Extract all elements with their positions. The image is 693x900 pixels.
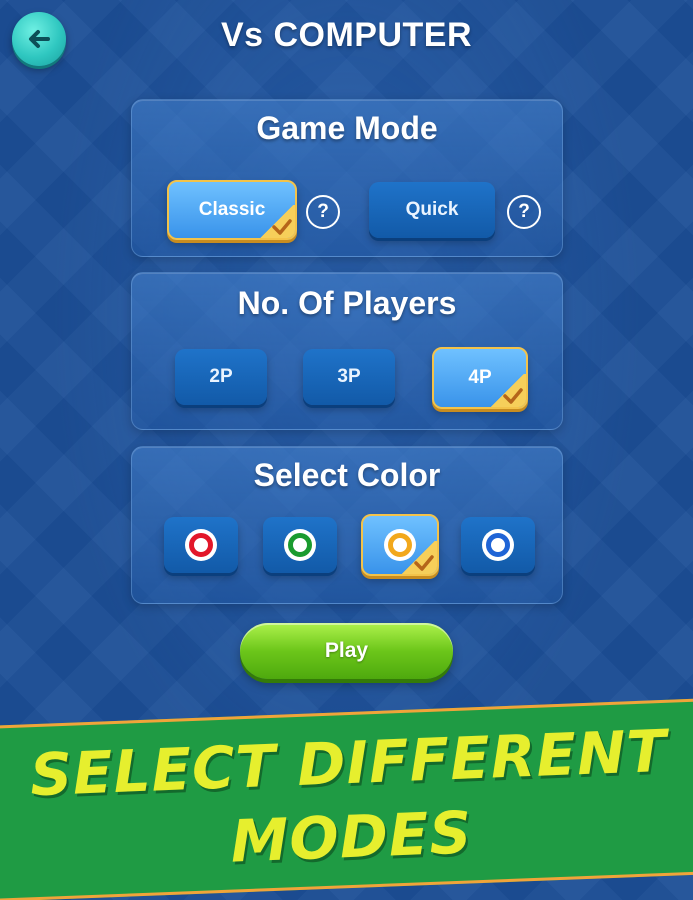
color-panel: Select Color [131, 446, 563, 604]
players-title: No. Of Players [237, 285, 457, 321]
quick-help-icon[interactable]: ? [507, 195, 541, 229]
color-green-button[interactable] [263, 517, 337, 573]
game-mode-title: Game Mode [256, 110, 438, 146]
classic-help-label: ? [317, 201, 329, 222]
players-3p-label: 3P [337, 366, 361, 387]
color-blue-button[interactable] [461, 517, 535, 573]
players-2p-label: 2P [209, 366, 233, 387]
promo-banner: SELECT DIFFERENT MODES [0, 697, 693, 900]
classic-help-icon[interactable]: ? [306, 195, 340, 229]
play-label: Play [324, 639, 369, 662]
checkmark-icon [256, 205, 295, 238]
players-panel: No. Of Players 2P 3P 4P [131, 272, 563, 430]
mode-classic-button[interactable]: Classic [167, 180, 297, 240]
play-button[interactable]: Play [240, 623, 453, 679]
players-4p-button[interactable]: 4P [432, 347, 528, 409]
checkmark-icon [398, 541, 437, 574]
checkmark-icon [487, 374, 526, 407]
page-title: Vs COMPUTER [220, 16, 473, 54]
game-mode-panel: Game Mode Classic ? Quick ? [131, 99, 563, 257]
green-token-icon [284, 529, 316, 561]
mode-quick-button[interactable]: Quick [369, 182, 495, 238]
mode-quick-label: Quick [405, 199, 459, 220]
red-ring [189, 533, 213, 557]
players-2p-button[interactable]: 2P [175, 349, 267, 405]
color-red-button[interactable] [164, 517, 238, 573]
blue-token-icon [482, 529, 514, 561]
quick-help-label: ? [518, 201, 530, 222]
red-token-icon [185, 529, 217, 561]
blue-ring [486, 533, 510, 557]
color-yellow-button[interactable] [361, 514, 439, 576]
players-3p-button[interactable]: 3P [303, 349, 395, 405]
color-title: Select Color [253, 457, 441, 493]
green-ring [288, 533, 312, 557]
